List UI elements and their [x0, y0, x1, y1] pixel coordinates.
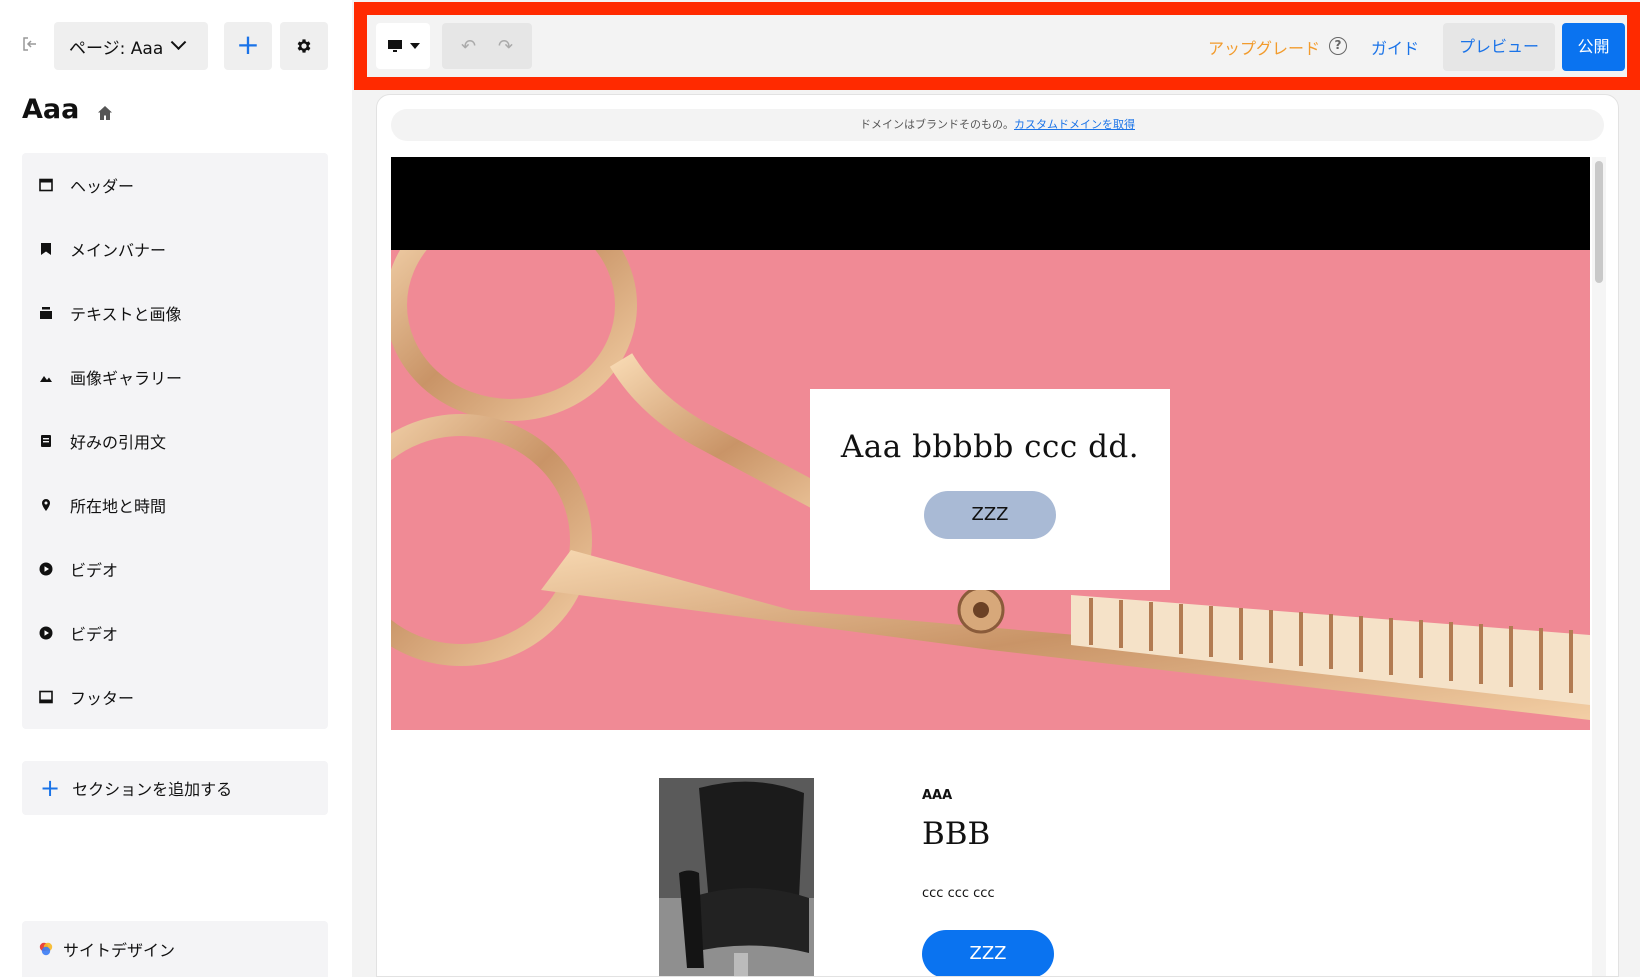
undo-redo-group: ↶ ↷ [442, 23, 532, 69]
text-image-title: BBB [922, 816, 991, 852]
desktop-icon [387, 40, 402, 52]
section-item-video[interactable]: ビデオ [22, 537, 328, 601]
banner-text-card: Aaa bbbbb ccc dd. ZZZ [810, 389, 1170, 590]
mountain-icon [39, 370, 53, 384]
exit-editor-icon[interactable] [22, 36, 40, 54]
help-icon[interactable]: ? [1329, 37, 1347, 55]
section-item-video[interactable]: ビデオ [22, 601, 328, 665]
section-item-label: 画像ギャラリー [70, 369, 183, 388]
section-item-label: フッター [70, 689, 135, 708]
salon-chair-image [659, 778, 814, 976]
text-image-body: ccc ccc ccc [922, 886, 995, 901]
banner-cta-button[interactable]: ZZZ [924, 491, 1056, 539]
section-list: ヘッダー メインバナー テキストと画像 画像ギャラリー 好みの引用文 所在地と時… [22, 153, 328, 729]
editor-toolbar: ↶ ↷ アップグレード ? ガイド プレビュー 公開 [354, 2, 1640, 90]
section-item-label: 所在地と時間 [70, 497, 167, 516]
add-page-button[interactable]: + [224, 22, 272, 70]
header-icon [39, 178, 53, 192]
section-item-label: ビデオ [70, 625, 119, 644]
redo-icon[interactable]: ↷ [498, 36, 513, 57]
play-icon [39, 562, 53, 576]
add-section-button[interactable]: + セクションを追加する [22, 761, 328, 815]
undo-icon[interactable]: ↶ [461, 36, 476, 57]
site-title: Aaa [22, 94, 80, 125]
plus-icon: + [40, 774, 61, 802]
section-item-footer[interactable]: フッター [22, 665, 328, 729]
footer-icon [39, 690, 53, 704]
site-design-label: サイトデザイン [63, 941, 176, 960]
section-item-header[interactable]: ヘッダー [22, 153, 328, 217]
site-preview-canvas: ドメインはブランドそのもの。カスタムドメインを取得 Aaa bbbbb ccc … [376, 94, 1619, 977]
location-pin-icon [39, 498, 53, 512]
preview-scrollbar[interactable] [1592, 157, 1606, 976]
sidebar: ページ: Aaa + Aaa ヘッダー メインバナー テキストと画像 画像ギャラ… [0, 0, 352, 977]
gear-icon [297, 39, 311, 53]
text-image-eyebrow: AAA [922, 788, 953, 803]
domain-notice-bar: ドメインはブランドそのもの。カスタムドメインを取得 [391, 109, 1604, 141]
site-design-button[interactable]: サイトデザイン [22, 921, 328, 977]
guide-link[interactable]: ガイド [1371, 35, 1419, 59]
quote-icon [39, 434, 53, 448]
domain-notice-text: ドメインはブランドそのもの。 [860, 118, 1014, 131]
home-icon [96, 104, 114, 122]
preview-button[interactable]: プレビュー [1443, 23, 1555, 71]
add-section-label: セクションを追加する [72, 780, 233, 799]
site-header-section[interactable] [391, 157, 1590, 250]
section-item-label: メインバナー [70, 241, 167, 260]
publish-button[interactable]: 公開 [1562, 23, 1625, 71]
main-banner-section[interactable]: Aaa bbbbb ccc dd. ZZZ [391, 250, 1590, 730]
palette-icon [38, 941, 54, 957]
upgrade-link[interactable]: アップグレード [1208, 35, 1320, 59]
text-image-section[interactable]: AAA BBB ccc ccc ccc ZZZ [391, 730, 1590, 976]
section-item-label: ビデオ [70, 561, 119, 580]
section-item-quote[interactable]: 好みの引用文 [22, 409, 328, 473]
scrollbar-thumb[interactable] [1595, 161, 1603, 283]
text-image-button[interactable]: ZZZ [922, 930, 1054, 976]
section-item-main-banner[interactable]: メインバナー [22, 217, 328, 281]
section-item-location[interactable]: 所在地と時間 [22, 473, 328, 537]
text-image-icon [39, 306, 53, 320]
bookmark-icon [39, 242, 53, 256]
section-item-text-image[interactable]: テキストと画像 [22, 281, 328, 345]
play-icon [39, 626, 53, 640]
caret-down-icon [409, 43, 420, 49]
custom-domain-link[interactable]: カスタムドメインを取得 [1014, 118, 1135, 131]
device-toggle-button[interactable] [376, 23, 430, 69]
settings-button[interactable] [280, 22, 328, 70]
site-page: Aaa bbbbb ccc dd. ZZZ AAA BBB ccc ccc cc… [391, 157, 1590, 976]
section-item-label: 好みの引用文 [70, 433, 167, 452]
section-item-gallery[interactable]: 画像ギャラリー [22, 345, 328, 409]
section-item-label: テキストと画像 [70, 305, 182, 324]
section-item-label: ヘッダー [70, 177, 135, 196]
chevron-down-icon [170, 33, 187, 50]
banner-headline: Aaa bbbbb ccc dd. [840, 429, 1140, 465]
page-select-label: ページ: Aaa [69, 38, 164, 59]
page-select-dropdown[interactable]: ページ: Aaa [54, 22, 208, 70]
